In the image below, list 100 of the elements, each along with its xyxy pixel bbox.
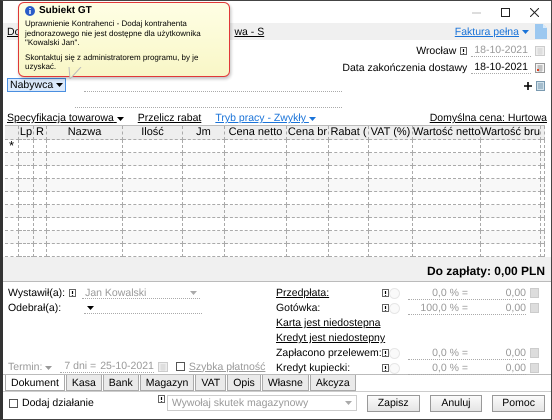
table-cell xyxy=(287,205,329,218)
table-cell xyxy=(481,205,541,218)
receiver-label: Odebrał(a): xyxy=(8,302,62,314)
table-cell xyxy=(123,179,183,192)
circle-icon xyxy=(389,362,400,374)
table-cell xyxy=(5,179,19,192)
table-cell xyxy=(183,179,225,192)
column-header[interactable]: Wartość netto xyxy=(413,126,481,140)
table-cell xyxy=(123,153,183,166)
payment-link[interactable]: Kredyt jest niedostepny xyxy=(276,332,386,344)
column-header[interactable]: R xyxy=(34,126,47,140)
toolbar-link[interactable]: wa - S xyxy=(234,26,264,38)
place-label: Wrocław xyxy=(416,44,456,56)
table-cell xyxy=(329,179,369,192)
table-cell xyxy=(183,231,225,244)
exclamation-icon xyxy=(158,395,165,403)
table-cell xyxy=(183,205,225,218)
payment-label: Gotówka: xyxy=(276,302,322,314)
column-header[interactable]: Cena br xyxy=(287,126,329,140)
exclamation-icon xyxy=(382,304,389,312)
issuer-label: Wystawił(a): xyxy=(8,287,66,299)
caret-icon xyxy=(308,117,316,121)
caret-icon xyxy=(45,366,52,370)
column-header[interactable]: VAT (%) xyxy=(369,126,413,140)
document-type-link[interactable]: Faktura pełna xyxy=(454,26,529,38)
tab[interactable]: VAT xyxy=(195,375,226,391)
circle-icon xyxy=(389,348,400,358)
table-cell xyxy=(225,231,287,244)
column-header[interactable]: Wartość bru xyxy=(481,126,541,140)
exclamation-icon xyxy=(460,46,468,54)
table-cell xyxy=(34,231,47,244)
payment-label: Kredyt kupiecki: xyxy=(276,362,352,374)
calendar-icon[interactable] xyxy=(535,62,545,72)
column-header[interactable]: Rabat ( xyxy=(329,126,369,140)
payment-amount: 0,00 xyxy=(504,362,526,374)
footer-button[interactable]: Anuluj xyxy=(430,394,482,412)
table-cell xyxy=(19,153,34,166)
caret-icon xyxy=(190,290,198,294)
column-header[interactable]: Cena netto xyxy=(225,126,287,140)
close-icon[interactable] xyxy=(530,8,539,16)
specification-menu[interactable]: Specyfikacja towarowa xyxy=(7,112,124,124)
caret-icon xyxy=(116,117,124,121)
tab[interactable]: Magazyn xyxy=(140,375,194,391)
table-cell xyxy=(5,205,19,218)
delivery-date-label: Data zakończenia dostawy xyxy=(342,62,468,74)
buyer-dropdown[interactable]: Nabywca xyxy=(7,78,66,92)
tooltip-pointer xyxy=(68,67,82,79)
table-cell xyxy=(34,179,47,192)
payment-label[interactable]: Przedpłata: xyxy=(276,287,382,299)
tab[interactable]: Własne xyxy=(262,375,309,391)
recalculate-discount-link[interactable]: Przelicz rabat xyxy=(138,112,202,124)
circle-icon xyxy=(389,302,400,314)
table-cell xyxy=(5,231,19,244)
tab[interactable]: Dokument xyxy=(5,375,65,391)
table-cell xyxy=(225,179,287,192)
table-cell xyxy=(329,205,369,218)
table-cell xyxy=(34,153,47,166)
term-days: 7 dni = xyxy=(64,360,96,372)
exclamation-icon xyxy=(69,289,76,297)
table-cell xyxy=(19,231,34,244)
table-cell xyxy=(123,205,183,218)
table-cell xyxy=(369,205,413,218)
table-cell xyxy=(287,153,329,166)
column-header[interactable]: Ilość xyxy=(123,126,183,140)
quick-payment-checkbox[interactable] xyxy=(176,362,185,371)
table-cell xyxy=(413,231,481,244)
table-cell xyxy=(413,179,481,192)
tooltip-message: Uprawnienie Kontrahenci - Dodaj kontrahenta jednorazowego nie jest dostępne dla użytkownika "Kowalski Jan". xyxy=(25,19,202,48)
column-header[interactable]: Lp xyxy=(19,126,34,140)
payment-link[interactable]: Karta jest niedostepna xyxy=(276,317,380,329)
payment-percent: 0,0 % = xyxy=(431,346,468,358)
delivery-date-field[interactable]: 18-10-2021 xyxy=(471,61,531,74)
work-mode-menu[interactable]: Tryb pracy - Zwykły xyxy=(215,112,316,124)
column-header[interactable]: Jm xyxy=(183,126,225,140)
tab[interactable]: Akcyza xyxy=(310,375,356,391)
column-header[interactable]: Nazwa xyxy=(47,126,123,140)
footer-button[interactable]: Pomoc xyxy=(492,394,546,412)
payment-amount: 0,00 xyxy=(504,302,526,314)
payment-percent: 0,0 % = xyxy=(431,286,468,298)
table-cell xyxy=(413,153,481,166)
table-cell xyxy=(369,231,413,244)
exclamation-icon xyxy=(382,364,389,372)
table-cell xyxy=(369,153,413,166)
default-price-link[interactable]: Domyślna cena: Hurtowa xyxy=(430,112,547,124)
document-icon[interactable] xyxy=(535,24,547,39)
tab[interactable]: Bank xyxy=(102,375,139,391)
table-cell xyxy=(413,205,481,218)
maximize-icon[interactable] xyxy=(501,8,510,16)
plus-icon[interactable] xyxy=(524,82,532,90)
add-action-checkbox[interactable] xyxy=(9,398,18,408)
caret-icon xyxy=(56,83,64,87)
table-cell xyxy=(329,231,369,244)
table-cell xyxy=(183,153,225,166)
tab[interactable]: Opis xyxy=(227,375,261,391)
term-date: 25-10-2021 xyxy=(100,360,154,372)
table-cell xyxy=(369,179,413,192)
table-header-cell xyxy=(5,126,19,140)
tab[interactable]: Kasa xyxy=(66,375,102,391)
footer-button[interactable]: Zapisz xyxy=(366,394,420,412)
tooltip-hint: Skontaktuj się z administratorem programu, by je uzyskać. xyxy=(25,52,200,72)
